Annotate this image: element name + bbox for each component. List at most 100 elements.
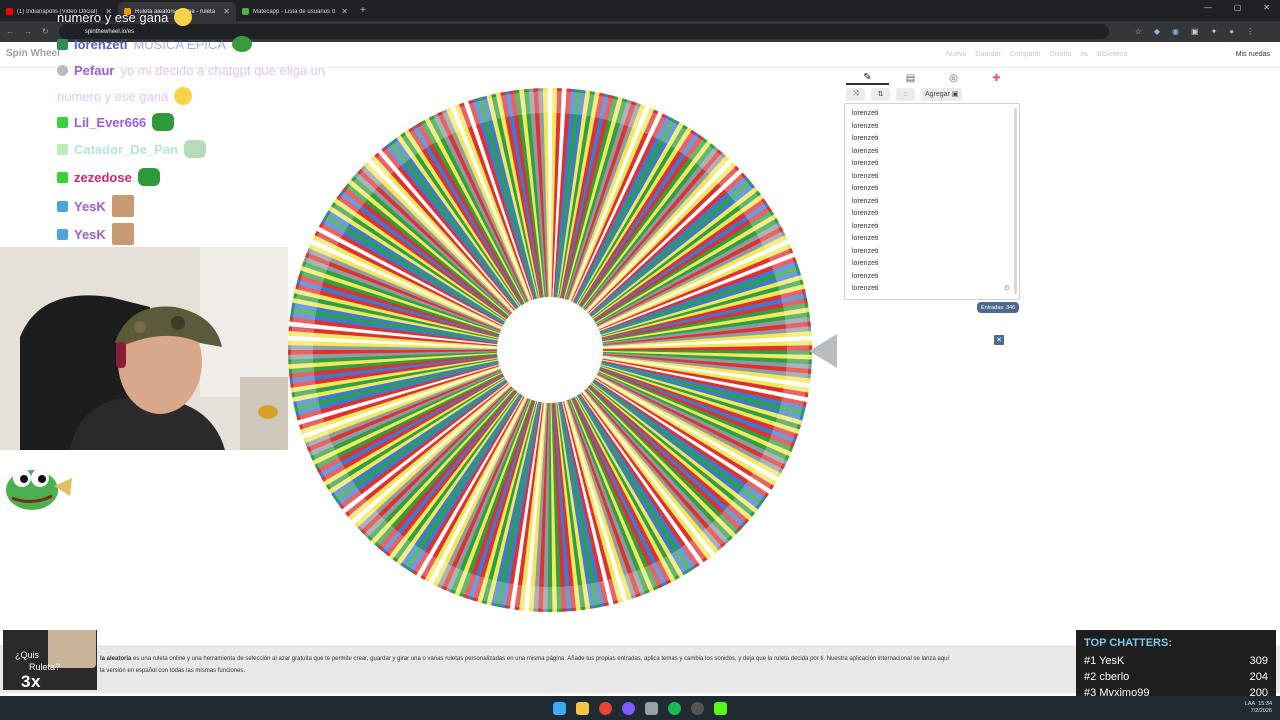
entry-line[interactable]: lorenzeti: [852, 283, 1012, 296]
entry-line[interactable]: lorenzeti: [852, 108, 1012, 121]
entry-line[interactable]: lorenzeti: [852, 158, 1012, 171]
entries-scrollbar[interactable]: [1014, 108, 1017, 294]
window-controls: — ▢ ✕: [1204, 3, 1270, 12]
nav-library[interactable]: Biblioteca: [1097, 51, 1127, 58]
hide-eye-icon[interactable]: ◎: [932, 73, 975, 84]
nav-share[interactable]: Compartir: [1010, 51, 1041, 58]
entry-line[interactable]: lorenzeti: [852, 133, 1012, 146]
streamer-photo: [0, 247, 288, 450]
bookmark-star-icon[interactable]: ☆: [1135, 27, 1142, 36]
spotify-icon[interactable]: [668, 701, 681, 715]
chat-badge-icon: [57, 200, 68, 212]
system-tray: LAA 15:34 7/2/2026: [1245, 701, 1272, 715]
entry-line[interactable]: lorenzeti: [852, 221, 1012, 234]
clipboard-icon[interactable]: ▤: [889, 73, 932, 84]
back-icon[interactable]: ←: [6, 27, 14, 36]
chat-badge-icon: [57, 143, 68, 155]
chat-message: Catador_De_Pan: [57, 140, 207, 158]
extension-icon[interactable]: ▣: [1191, 27, 1199, 36]
chat-username: YesK: [74, 226, 106, 242]
cat-emote-icon: [111, 223, 134, 245]
pepe-emote-icon: [184, 140, 207, 158]
image-button[interactable]: ◌: [896, 87, 915, 101]
description-bold: la aleatoria: [100, 656, 132, 662]
profile-avatar[interactable]: ●: [1229, 27, 1234, 36]
new-tab-button[interactable]: +: [360, 5, 366, 16]
wheel-center-hub[interactable]: [497, 297, 603, 403]
entry-line[interactable]: lorenzeti: [852, 171, 1012, 184]
streak-widget: ¿Quis Ruleta? 3x STREAK: [3, 630, 97, 690]
maximize-icon[interactable]: ▢: [1234, 3, 1242, 12]
entries-textarea[interactable]: lorenzeti lorenzeti lorenzeti lorenzeti lore…: [844, 103, 1020, 300]
shuffle-button[interactable]: ⤨: [846, 87, 865, 101]
windows-start-icon[interactable]: [553, 701, 566, 715]
chat-username: lorenzeti: [74, 36, 128, 52]
nav-design[interactable]: Diseño: [1050, 51, 1072, 58]
entry-line[interactable]: lorenzeti: [852, 258, 1012, 271]
chat-message: YesK: [57, 195, 134, 217]
cat-emote-icon: [111, 195, 134, 217]
color-palette-icon[interactable]: ✚: [975, 73, 1018, 84]
chatter-row: #2 cberlo 204: [1084, 671, 1268, 683]
puzzle-icon[interactable]: ✦: [1211, 27, 1218, 36]
extension-icon[interactable]: ◆: [1154, 27, 1160, 36]
pepe-emote-icon: [137, 168, 160, 186]
reload-icon[interactable]: ↻: [42, 27, 49, 36]
discord-icon[interactable]: [622, 701, 635, 715]
entry-line[interactable]: lorenzeti: [852, 208, 1012, 221]
kick-icon[interactable]: [714, 701, 727, 715]
chatter-count: 204: [1249, 671, 1268, 683]
chat-message: YesK: [57, 223, 134, 245]
tab-title: Matecapp - Lista de usuarios d: [253, 8, 336, 15]
add-button[interactable]: Agregar ▣: [921, 87, 963, 101]
chrome-icon[interactable]: [599, 701, 612, 715]
chat-badge-icon: [57, 171, 68, 183]
badge-icon: [57, 65, 68, 76]
chat-message: lorenzeti MUSICA EPICA: [57, 36, 252, 52]
menu-icon[interactable]: ⋮: [1246, 27, 1254, 36]
chat-message: zezedose: [57, 168, 160, 186]
sort-button[interactable]: ⇅: [871, 87, 890, 101]
entry-line[interactable]: lorenzeti: [852, 121, 1012, 134]
entry-line[interactable]: lorenzeti: [852, 183, 1012, 196]
tab-matecapp[interactable]: Matecapp - Lista de usuarios d ✕: [236, 2, 354, 21]
wheel-pointer: [809, 334, 837, 368]
entry-line[interactable]: lorenzeti: [852, 271, 1012, 284]
close-tab-icon[interactable]: ✕: [223, 7, 230, 16]
close-window-icon[interactable]: ✕: [1263, 3, 1270, 12]
file-explorer-icon[interactable]: [576, 701, 589, 715]
language-indicator[interactable]: LAA: [1245, 701, 1255, 707]
minimize-icon[interactable]: —: [1204, 3, 1212, 12]
chat-message: numero y ese gana: [57, 87, 193, 105]
chat-badge-icon: [57, 116, 68, 128]
edit-pencil-icon[interactable]: ✎: [846, 72, 889, 85]
obs-icon[interactable]: [691, 701, 704, 715]
forward-icon[interactable]: →: [24, 27, 32, 36]
clock-time[interactable]: 15:34: [1258, 701, 1272, 707]
clock-date[interactable]: 7/2/2026: [1251, 708, 1272, 714]
chat-text: numero y ese gana: [57, 88, 169, 104]
extension-icon[interactable]: ◉: [1172, 27, 1179, 36]
app-icon[interactable]: [645, 701, 658, 715]
my-wheels-button[interactable]: Mis ruedas: [1236, 51, 1270, 58]
nav-language[interactable]: es: [1080, 51, 1087, 58]
spin-wheel[interactable]: [287, 87, 813, 613]
matecapp-icon: [242, 8, 249, 15]
close-tab-icon[interactable]: ✕: [341, 7, 348, 16]
settings-icon[interactable]: ⚙: [1004, 284, 1010, 292]
entry-line[interactable]: lorenzeti: [852, 196, 1012, 209]
nav-new[interactable]: Nuevo: [946, 51, 966, 58]
entry-line[interactable]: lorenzeti: [852, 146, 1012, 159]
webcam-feed: [0, 247, 288, 450]
chatter-name: cberlo: [1099, 671, 1130, 683]
entry-line[interactable]: lorenzeti: [852, 246, 1012, 259]
sub-badge-icon: [57, 38, 68, 50]
entry-line[interactable]: lorenzeti: [852, 233, 1012, 246]
chat-text: MUSICA EPICA: [133, 36, 226, 52]
streak-question-2: Ruleta?: [29, 662, 61, 672]
editor-tabs: ✎ ▤ ◎ ✚: [846, 68, 1018, 88]
chat-username: zezedose: [74, 169, 132, 185]
site-logo[interactable]: Spin Wheel: [6, 48, 60, 59]
close-icon[interactable]: ✕: [994, 335, 1004, 345]
nav-save[interactable]: Guardar: [975, 51, 1001, 58]
